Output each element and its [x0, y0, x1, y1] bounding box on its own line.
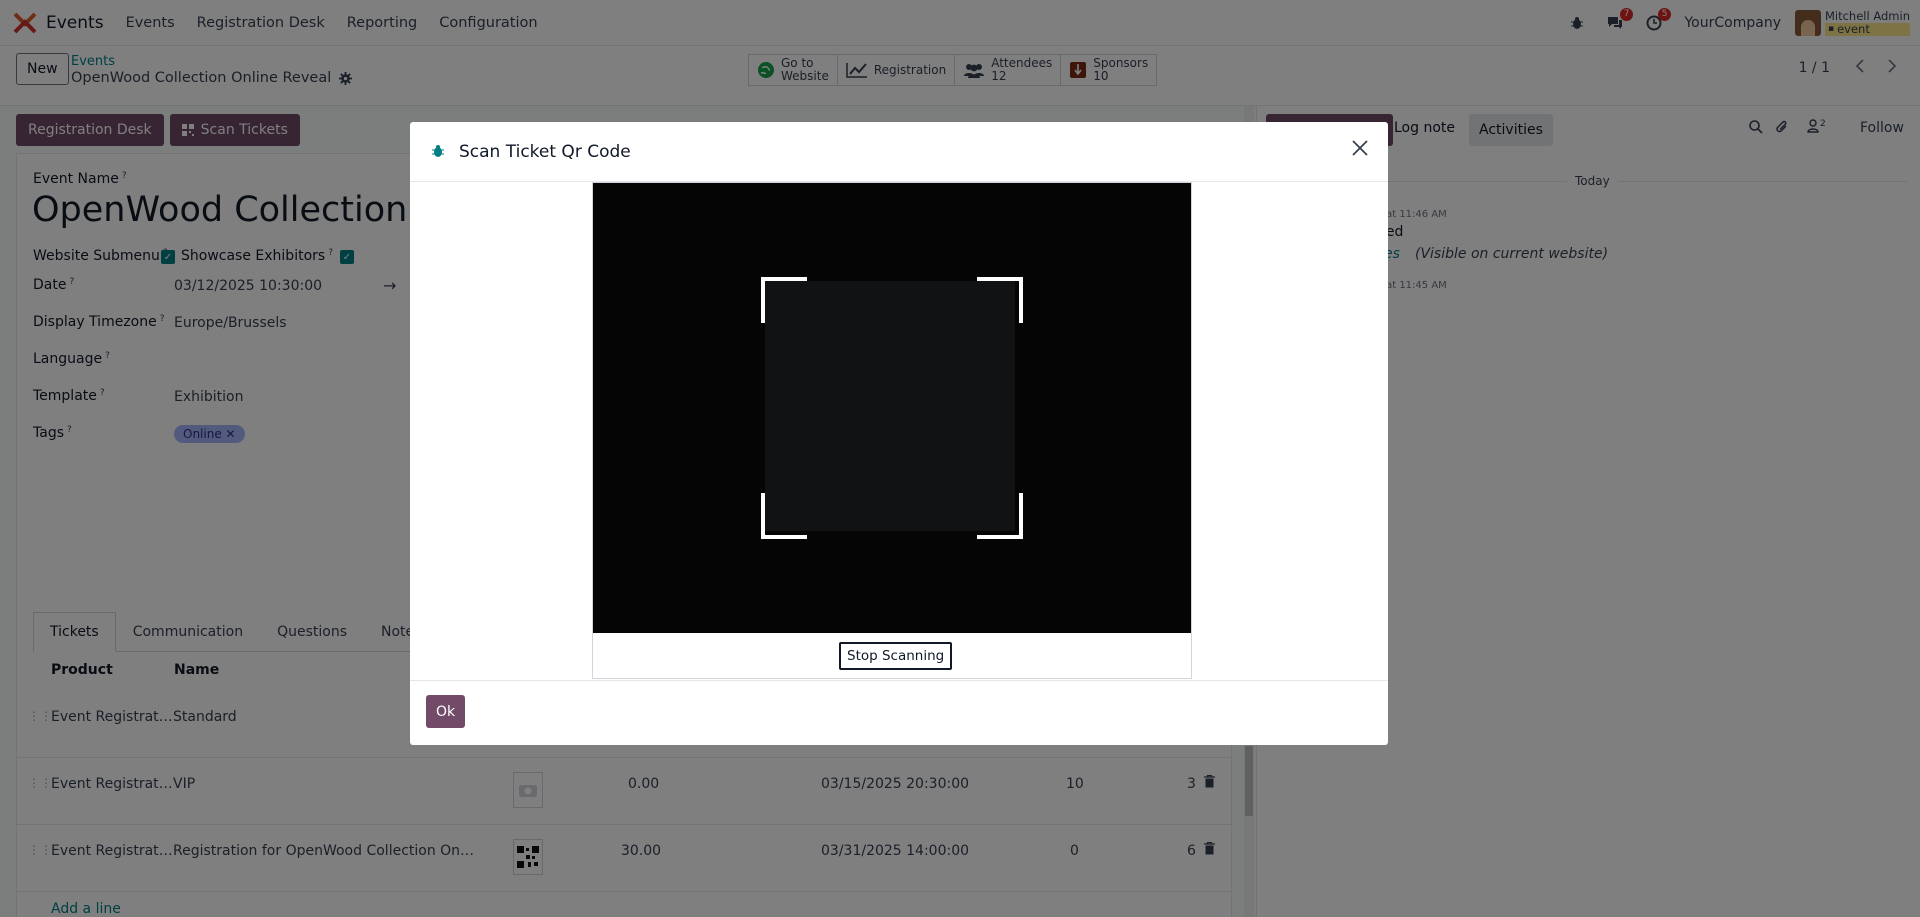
- camera-video-feed: [593, 183, 1191, 633]
- dialog-header: Scan Ticket Qr Code: [410, 122, 1388, 182]
- dialog-title: Scan Ticket Qr Code: [459, 142, 631, 162]
- dialog-footer: Ok: [410, 680, 1388, 745]
- scan-frame-corners: [761, 277, 1023, 539]
- barcode-scanner: Stop Scanning: [592, 182, 1192, 679]
- scan-qr-dialog: Scan Ticket Qr Code Stop Scanning Ok: [410, 122, 1388, 745]
- close-icon[interactable]: [1350, 138, 1374, 162]
- ok-button[interactable]: Ok: [426, 695, 466, 728]
- debug-bug-icon: [431, 144, 445, 162]
- stop-scanning-button[interactable]: Stop Scanning: [839, 642, 953, 670]
